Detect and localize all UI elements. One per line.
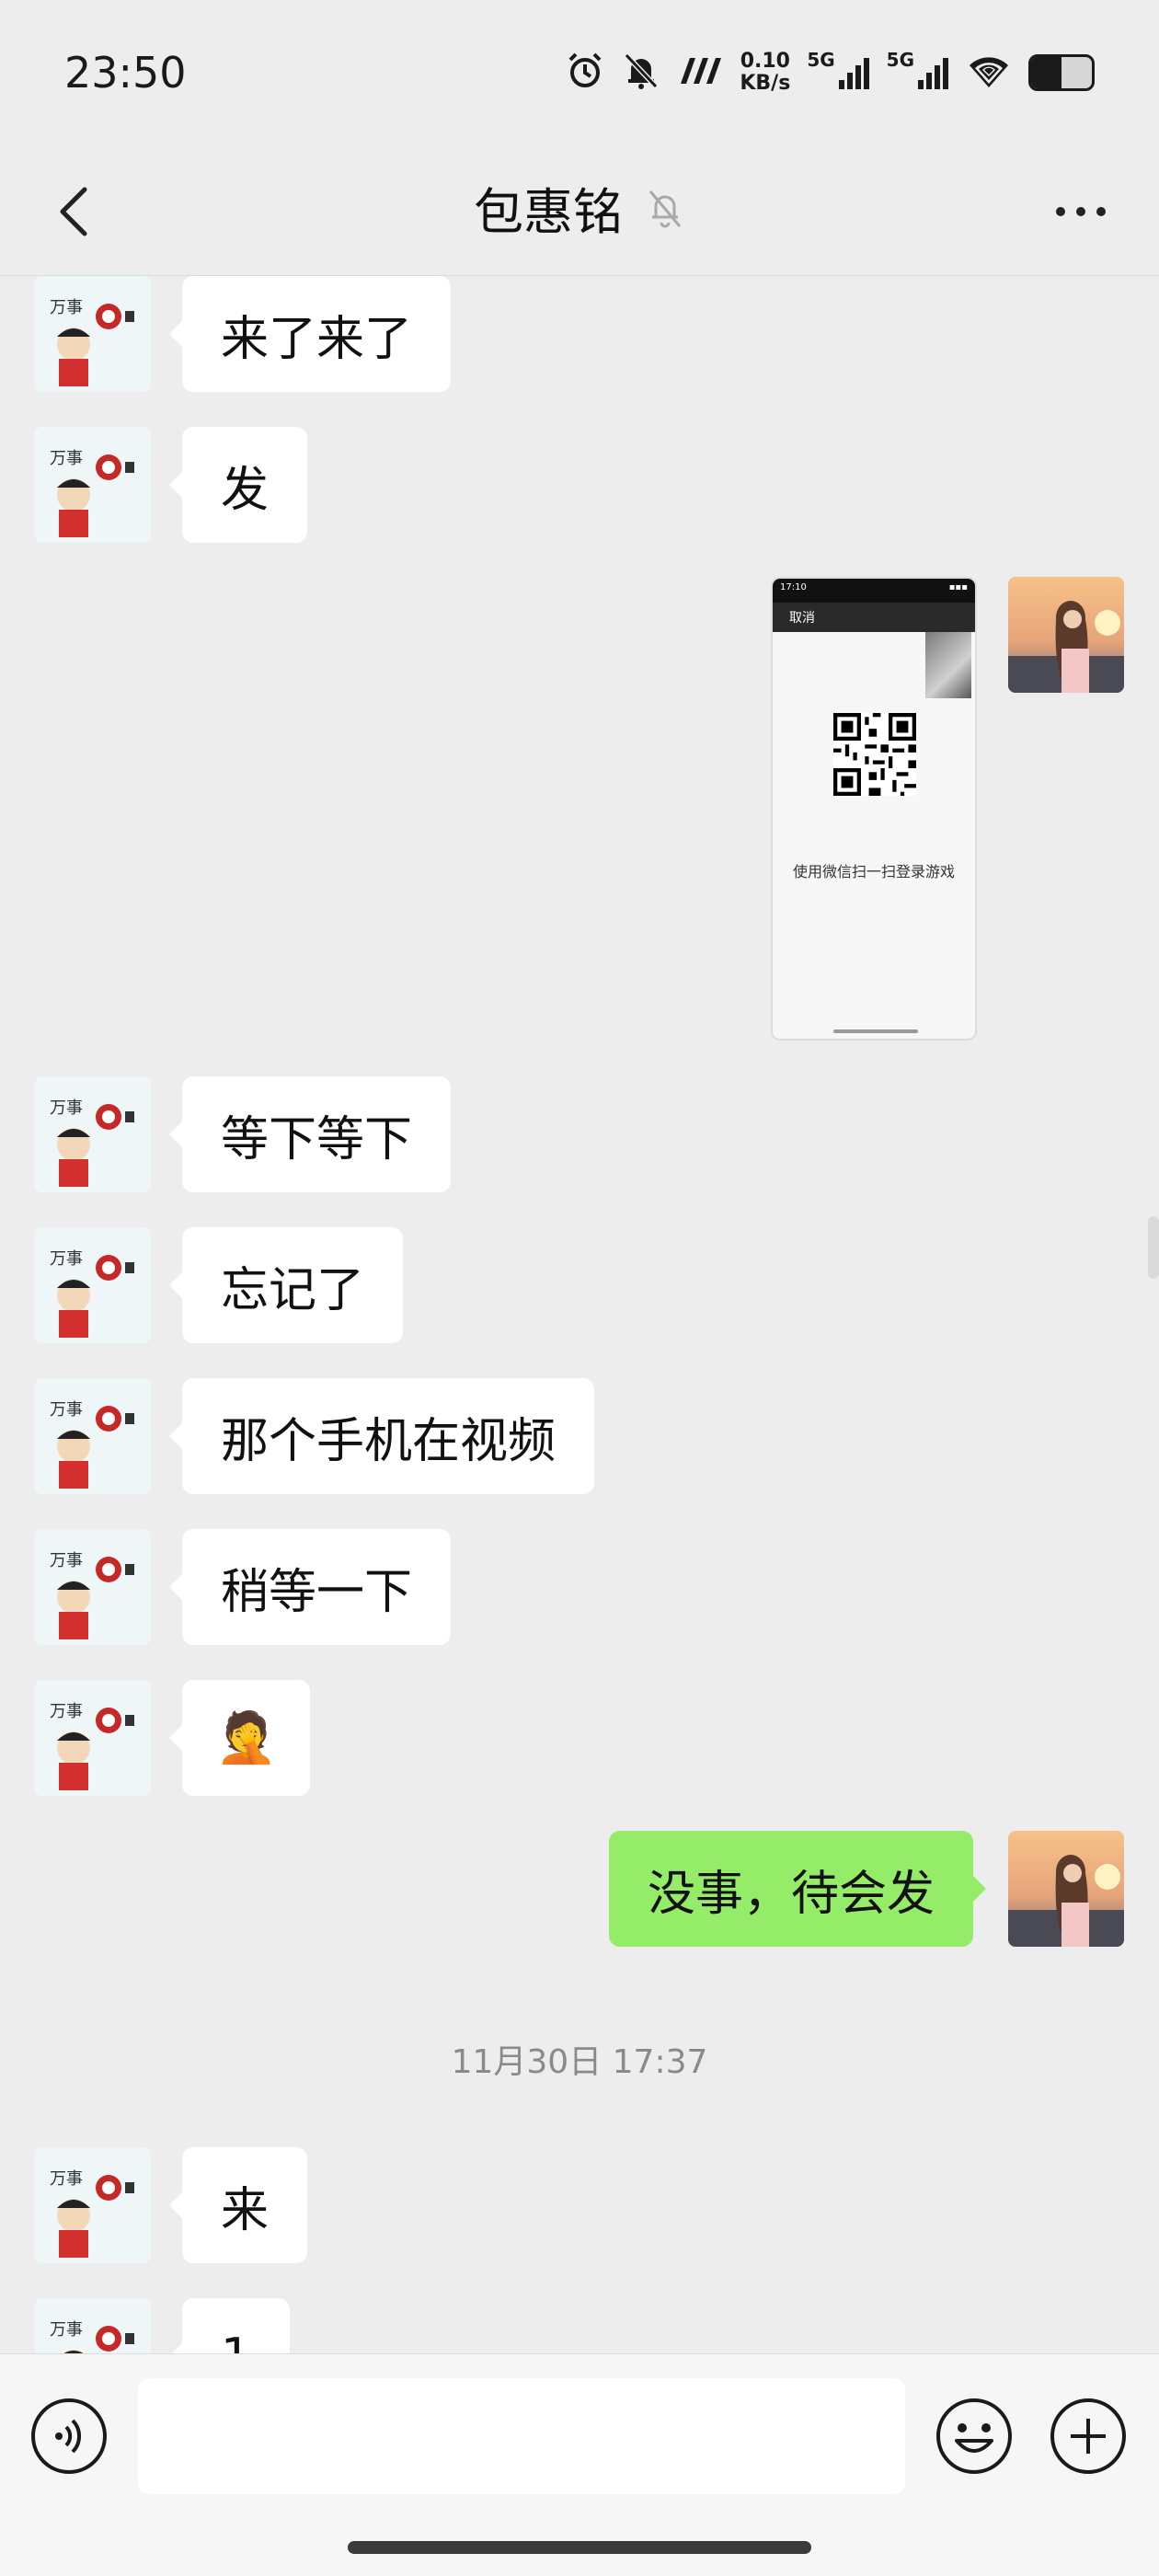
dot-icon (1096, 207, 1106, 216)
image-message[interactable]: 17:10 ▪▪▪ 取消 使用微信扫一扫登录游戏 (771, 577, 977, 1041)
svg-text:万事: 万事 (50, 298, 83, 317)
dot-icon (1056, 207, 1065, 216)
message-bubble[interactable]: 来了来了 (168, 276, 452, 392)
sim2-label: 5G (886, 49, 914, 71)
contact-avatar[interactable]: 万事 (35, 1076, 151, 1192)
svg-text:万事: 万事 (50, 449, 83, 468)
voice-icon (31, 2398, 107, 2474)
alarm-icon (565, 51, 605, 95)
message-bubble[interactable]: 稍等一下 (168, 1529, 452, 1645)
qr-code-icon (833, 713, 916, 796)
image-caption: 使用微信扫一扫登录游戏 (792, 863, 955, 880)
battery-icon (1028, 54, 1095, 91)
message-text: 来 (221, 2182, 270, 2238)
emoji-button[interactable] (935, 2397, 1014, 2476)
contact-avatar[interactable]: 万事 (35, 2147, 151, 2263)
message-bubble[interactable]: 忘记了 (168, 1227, 404, 1343)
chat-messages[interactable]: 万事 来了来了 万事 发 17:10 ▪▪▪ 取消 使用微信扫一扫登录游戏 万事 (0, 276, 1159, 2353)
emoji-bubble[interactable]: 🤦 (168, 1680, 311, 1796)
svg-text:万事: 万事 (50, 2320, 83, 2340)
facepalm-emoji-icon: 🤦 (215, 1708, 278, 1766)
message-bubble[interactable]: 那个手机在视频 (168, 1378, 595, 1494)
message-text: 那个手机在视频 (221, 1413, 557, 1469)
message-bubble[interactable]: 发 (168, 427, 308, 543)
brand-m-icon (677, 54, 723, 91)
message-text: 1 (221, 2329, 251, 2353)
svg-text:万事: 万事 (50, 1249, 83, 1269)
contact-avatar[interactable]: 万事 (35, 427, 151, 543)
sim1-signal: 5G (807, 49, 869, 91)
more-options-button[interactable] (1039, 175, 1122, 248)
contact-avatar[interactable]: 万事 (35, 1378, 151, 1494)
title-wrap: 包惠铭 (0, 171, 1159, 244)
message-bubble[interactable]: 没事，待会发 (609, 1831, 987, 1947)
sim2-signal: 5G (887, 49, 949, 91)
chat-header: 包惠铭 (0, 147, 1159, 276)
screenshot-thumbnail (925, 632, 971, 698)
status-bar: 23:50 0.10 KB/s 5G 5G (0, 0, 1159, 147)
wifi-icon (966, 52, 1012, 93)
svg-text:万事: 万事 (50, 1098, 83, 1118)
status-time: 23:50 (64, 48, 187, 98)
net-speed-value: 0.10 (740, 50, 790, 73)
more-actions-button[interactable] (1049, 2397, 1128, 2476)
message-text: 稍等一下 (221, 1564, 413, 1620)
svg-text:万事: 万事 (50, 2169, 83, 2189)
message-text: 发 (221, 462, 270, 518)
message-bubble[interactable]: 等下等下 (168, 1076, 452, 1192)
plus-icon (1050, 2398, 1126, 2474)
net-speed: 0.10 KB/s (740, 51, 790, 95)
contact-avatar[interactable]: 万事 (35, 1529, 151, 1645)
home-indicator[interactable] (348, 2541, 811, 2554)
signal-icon (918, 58, 948, 89)
chat-title: 包惠铭 (474, 183, 623, 241)
smiley-icon (936, 2398, 1012, 2474)
svg-text:万事: 万事 (50, 1551, 83, 1570)
contact-avatar[interactable]: 万事 (35, 2298, 151, 2353)
dot-icon (1076, 207, 1085, 216)
sim1-label: 5G (807, 49, 835, 71)
contact-avatar[interactable]: 万事 (35, 1227, 151, 1343)
signal-icon (838, 58, 869, 89)
contact-avatar[interactable]: 万事 (35, 276, 151, 392)
message-bubble[interactable]: 1 (168, 2298, 291, 2353)
message-input[interactable] (138, 2378, 905, 2494)
message-text: 等下等下 (221, 1111, 413, 1167)
contact-avatar[interactable]: 万事 (35, 1680, 151, 1796)
mute-icon (622, 51, 660, 95)
screenshot-time: 17:10 (780, 582, 807, 592)
message-text: 没事，待会发 (648, 1866, 935, 1922)
muted-bell-icon (648, 190, 682, 227)
svg-text:万事: 万事 (50, 1400, 83, 1420)
svg-text:万事: 万事 (50, 1702, 83, 1721)
message-text: 忘记了 (221, 1262, 365, 1318)
voice-input-button[interactable] (29, 2397, 109, 2476)
screenshot-cancel: 取消 (773, 603, 975, 632)
message-timestamp: 11月30日 17:37 (451, 2043, 708, 2081)
message-bubble[interactable]: 来 (168, 2147, 308, 2263)
status-icons: 0.10 KB/s 5G 5G (565, 49, 1095, 95)
scrollbar-thumb[interactable] (1148, 1216, 1159, 1279)
net-speed-unit: KB/s (740, 72, 791, 95)
my-avatar[interactable] (1008, 1831, 1124, 1947)
screenshot-status-icons: ▪▪▪ (948, 582, 968, 592)
my-avatar[interactable] (1008, 577, 1124, 693)
message-text: 来了来了 (221, 311, 413, 367)
screenshot-home-indicator (833, 1029, 918, 1033)
screenshot-statusbar: 17:10 ▪▪▪ (773, 579, 975, 603)
